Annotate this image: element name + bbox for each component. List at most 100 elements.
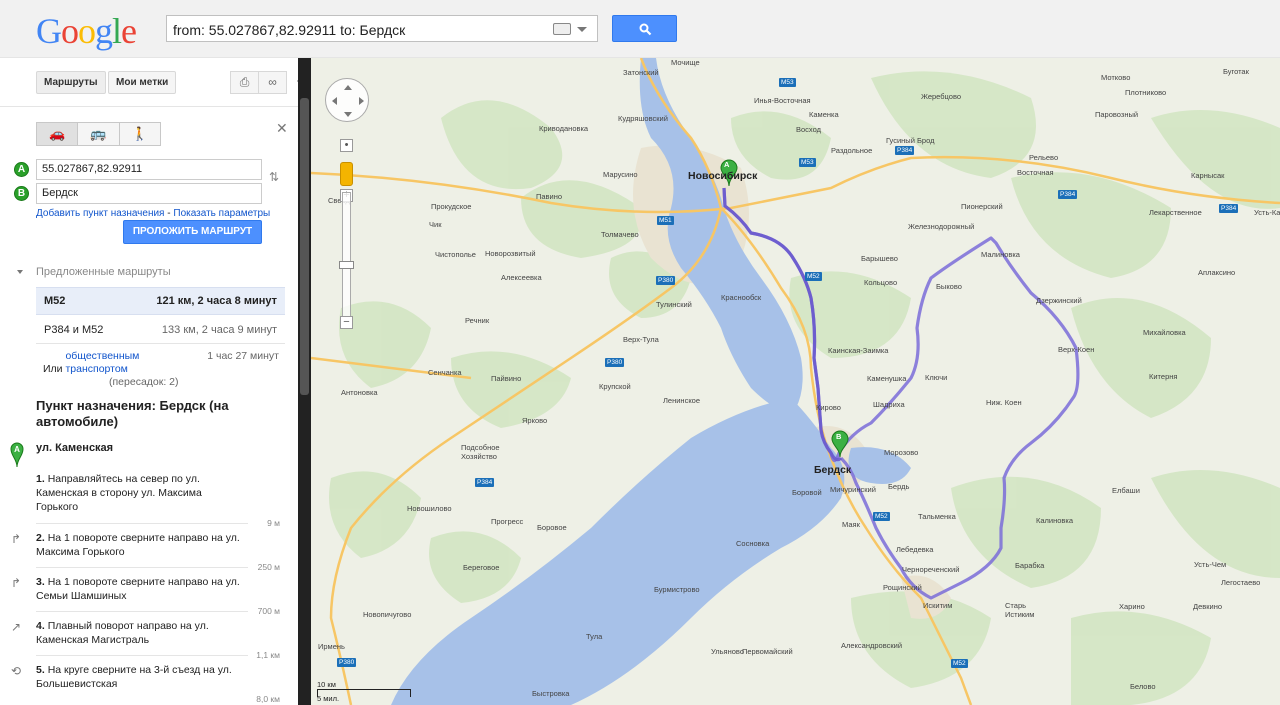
town-label: Быстровка <box>532 689 570 698</box>
town-label: Кирово <box>816 403 841 412</box>
travel-mode-selector: 🚗 🚌 🚶 <box>36 122 161 146</box>
town-label: Алексеевка <box>501 273 542 282</box>
town-label: Марусино <box>603 170 638 179</box>
town-label: Раздольное <box>831 146 873 155</box>
panel-scrollbar[interactable] <box>298 58 311 705</box>
search-button[interactable] <box>612 15 677 42</box>
town-label: Усть-Чем <box>1194 560 1227 569</box>
pan-arrows-icon <box>332 85 364 117</box>
pegman-icon[interactable] <box>340 162 353 186</box>
town-label: Малиновка <box>981 250 1020 259</box>
step-distance: 700 м <box>257 606 280 616</box>
town-label: Ниж. Коен <box>986 398 1022 407</box>
town-label: Сосновка <box>736 539 770 548</box>
route-details: 121 км, 2 часа 8 минут <box>156 295 277 307</box>
town-label: Жеребцово <box>921 92 962 101</box>
google-logo[interactable]: Google <box>36 10 137 52</box>
route-option-2[interactable]: P384 и M52 133 км, 2 часа 9 минут <box>36 316 285 344</box>
step-distance: 8,0 км <box>256 694 280 704</box>
destination-field[interactable]: Бердск <box>36 183 262 204</box>
get-directions-button[interactable]: ПРОЛОЖИТЬ МАРШРУТ <box>123 220 262 244</box>
step-text: На круге сверните на 3-й съезд на ул. Бо… <box>36 664 232 690</box>
scrollbar-thumb[interactable] <box>300 98 309 395</box>
town-label: Барышево <box>861 254 898 263</box>
town-label: Боровое <box>537 523 567 532</box>
zoom-slider[interactable] <box>342 192 351 328</box>
step-1[interactable]: 1. Направляйтесь на север по ул. Каменск… <box>36 472 246 514</box>
town-label: Верх-Коен <box>1058 345 1095 354</box>
town-label: Аплаксино <box>1198 268 1236 277</box>
road-shield: P380 <box>656 276 676 285</box>
town-label: Плотниково <box>1125 88 1167 97</box>
step-3[interactable]: 3. На 1 повороте сверните направо на ул.… <box>36 575 246 603</box>
car-icon[interactable]: 🚗 <box>37 123 79 145</box>
town-label: Первомайский <box>742 647 793 656</box>
town-label: Маяк <box>842 520 860 529</box>
close-icon[interactable]: ✕ <box>276 120 288 137</box>
town-label: Мочище <box>671 58 700 67</box>
collapse-arrow-icon[interactable] <box>17 270 23 274</box>
slight-right-icon: ↗ <box>11 620 22 634</box>
town-label: Криводановка <box>539 124 589 133</box>
transit-transfers: (пересадок: 2) <box>109 376 179 388</box>
zoom-out-button[interactable]: − <box>340 316 353 329</box>
bus-icon[interactable]: 🚌 <box>78 123 120 145</box>
link-icon[interactable]: ∞ <box>258 71 287 94</box>
town-label: Восточная <box>1017 168 1054 177</box>
town-label: Толмачево <box>601 230 639 239</box>
town-label: Рельево <box>1029 153 1059 162</box>
town-label: Мичуринский <box>830 485 876 494</box>
search-input[interactable]: from: 55.027867,82.92911 to: Бердск <box>166 15 598 42</box>
step-distance: 250 м <box>257 562 280 572</box>
step-number: 1. <box>36 473 45 485</box>
walk-icon[interactable]: 🚶 <box>120 123 160 145</box>
town-label: Харино <box>1119 602 1145 611</box>
tab-routes[interactable]: Маршруты <box>36 71 106 94</box>
road-shield: M52 <box>951 659 968 668</box>
panel-tabs: Маршруты Мои метки ⎙ ∞ <box>0 58 298 107</box>
road-shield: P384 <box>475 478 495 487</box>
street-view-toggle[interactable]: • <box>340 139 353 152</box>
add-destination-link[interactable]: Добавить пункт назначения <box>36 208 164 219</box>
route-option-1[interactable]: M52 121 км, 2 часа 8 минут <box>36 287 285 315</box>
show-options-link[interactable]: Показать параметры <box>173 208 270 219</box>
swap-icon[interactable]: ⇅ <box>269 170 279 184</box>
town-label: Паровозный <box>1095 110 1139 119</box>
town-label: Каинская-Заимка <box>828 346 889 355</box>
tab-my-places[interactable]: Мои метки <box>108 71 177 94</box>
step-5[interactable]: 5. На круге сверните на 3-й съезд на ул.… <box>36 663 246 691</box>
town-label: Тулинский <box>656 300 692 309</box>
town-label: Речник <box>465 316 490 325</box>
town-label: Александровский <box>841 641 903 650</box>
step-distance: 9 м <box>267 518 280 528</box>
town-label: Буготак <box>1223 67 1249 76</box>
zoom-slider-thumb[interactable] <box>339 261 354 269</box>
town-label: Ирмень <box>318 642 345 651</box>
keyboard-icon[interactable] <box>553 21 589 37</box>
step-2[interactable]: 2. На 1 повороте сверните направо на ул.… <box>36 531 246 559</box>
step-4[interactable]: 4. Плавный поворот направо на ул. Каменс… <box>36 619 246 647</box>
town-label: Легостаево <box>1221 578 1261 587</box>
route-options-links: Добавить пункт назначения - Показать пар… <box>36 208 270 219</box>
town-label: Тальменка <box>918 512 956 521</box>
print-icon[interactable]: ⎙ <box>230 71 259 94</box>
town-label: Пайвино <box>491 374 522 383</box>
road-shield: P380 <box>337 658 357 667</box>
road-shield: M53 <box>779 78 796 87</box>
directions-panel: Маршруты Мои метки ⎙ ∞ 🚗 🚌 🚶 ✕ A 55.0278… <box>0 58 298 705</box>
town-label: Лебедевка <box>896 545 934 554</box>
origin-field[interactable]: 55.027867,82.92911 <box>36 159 262 180</box>
pan-control[interactable] <box>325 78 369 122</box>
map-canvas[interactable]: Новосибирск Бердск A B Затонский Мочище … <box>311 58 1280 705</box>
route-details: 133 км, 2 часа 9 минут <box>161 324 277 336</box>
town-label: Верх-Тула <box>623 335 659 344</box>
transit-prefix: Или <box>43 363 63 375</box>
turn-right-icon: ↱ <box>11 576 22 590</box>
town-label: Пионерский <box>961 202 1003 211</box>
transit-link[interactable]: общественным транспортом <box>65 350 185 376</box>
town-label: Ярково <box>522 416 548 425</box>
step-text: На 1 повороте сверните направо на ул. Се… <box>36 576 240 602</box>
road-shield: P380 <box>605 358 625 367</box>
town-label: Чик <box>429 220 442 229</box>
roundabout-icon: ⟲ <box>11 664 22 678</box>
